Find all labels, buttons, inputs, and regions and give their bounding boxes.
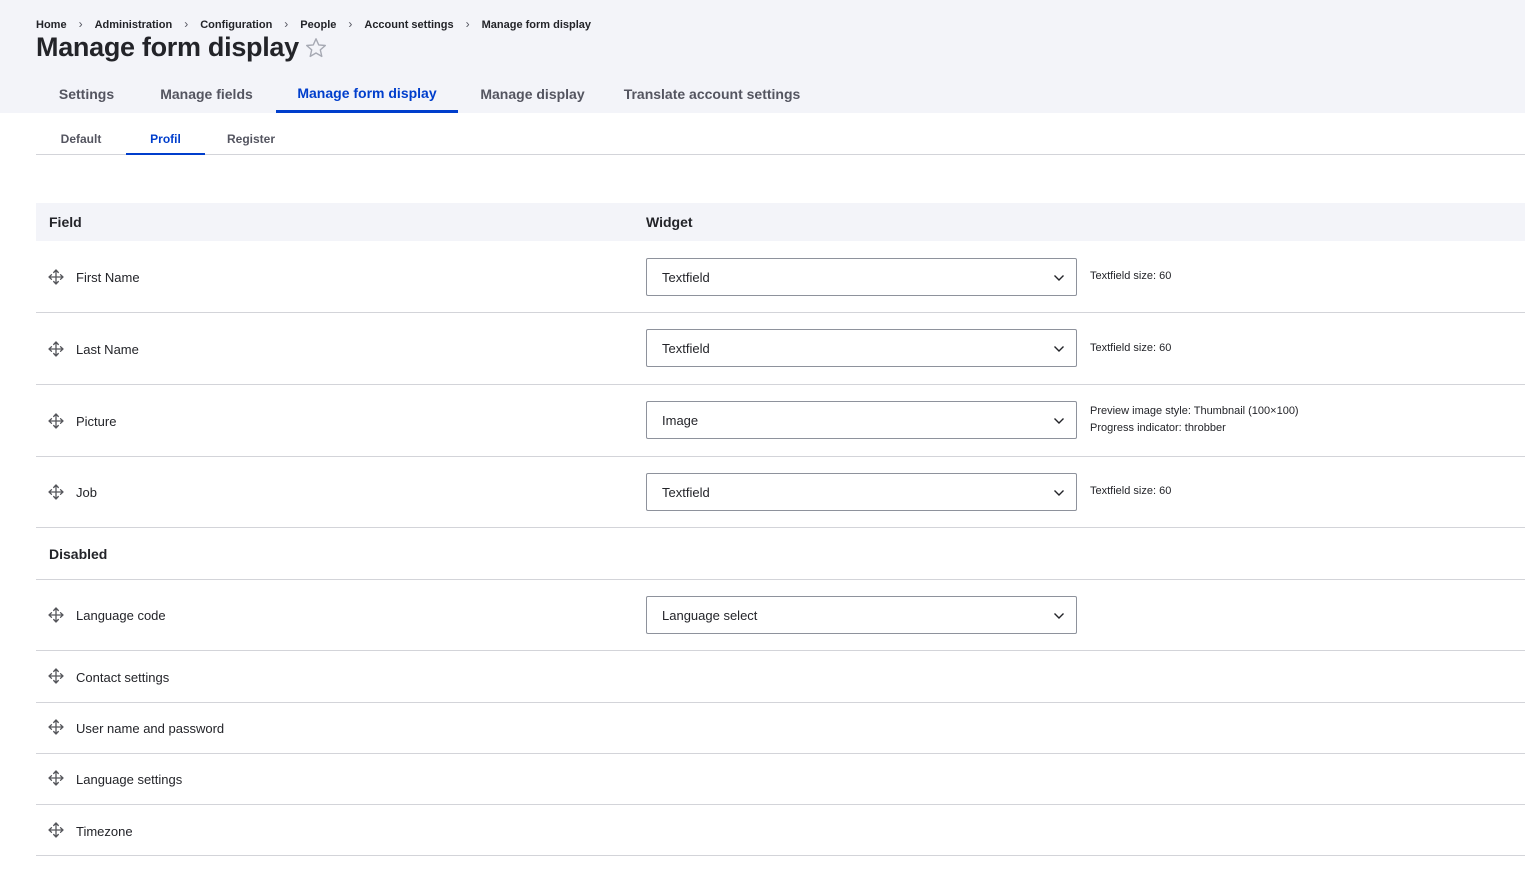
breadcrumb-separator: › xyxy=(284,17,289,31)
drag-handle-icon[interactable] xyxy=(48,719,64,735)
field-label: First Name xyxy=(76,270,140,285)
widget-select[interactable]: Textfield xyxy=(646,473,1077,511)
breadcrumb-people[interactable]: People xyxy=(300,19,336,31)
widget-select[interactable]: Textfield xyxy=(646,258,1077,296)
breadcrumb-home[interactable]: Home xyxy=(36,19,67,31)
drag-handle-icon[interactable] xyxy=(48,607,64,623)
widget-select[interactable]: Textfield xyxy=(646,329,1077,367)
summary-line: Progress indicator: throbber xyxy=(1090,422,1226,434)
table-header: Field Widget xyxy=(36,203,1525,241)
field-label: Job xyxy=(76,485,97,500)
table-row: First Name Textfield Textfield size: 60 xyxy=(36,241,1525,313)
summary-line: Textfield size: 60 xyxy=(1090,485,1172,497)
tab-translate-account-settings[interactable]: Translate account settings xyxy=(607,76,817,113)
summary-line: Textfield size: 60 xyxy=(1090,342,1172,354)
star-outline-icon[interactable] xyxy=(304,36,328,60)
widget-select[interactable]: Image xyxy=(646,401,1077,439)
subtab-register[interactable]: Register xyxy=(205,124,297,155)
table-row: Timezone xyxy=(36,805,1525,856)
breadcrumb-account-settings[interactable]: Account settings xyxy=(364,19,453,31)
table-row: Contact settings xyxy=(36,651,1525,703)
field-label: Timezone xyxy=(76,824,133,839)
summary-line: Preview image style: Thumbnail (100×100) xyxy=(1090,405,1299,417)
widget-select-value: Textfield xyxy=(662,270,710,285)
widget-select-value: Image xyxy=(662,413,699,428)
page-title: Manage form display xyxy=(36,32,299,62)
field-label: Language settings xyxy=(76,772,183,787)
breadcrumb-separator: › xyxy=(184,17,189,31)
table-row: User name and password xyxy=(36,703,1525,754)
tab-manage-fields[interactable]: Manage fields xyxy=(137,76,276,113)
subtab-default[interactable]: Default xyxy=(36,124,126,155)
breadcrumb-separator: › xyxy=(465,17,470,31)
table-row: Language code Language select xyxy=(36,580,1525,651)
breadcrumb: Home › Administration › Configuration › People… xyxy=(36,17,591,31)
drag-handle-icon[interactable] xyxy=(48,413,64,429)
field-label: Last Name xyxy=(76,342,139,357)
table-row: Last Name Textfield Textfield size: 60 xyxy=(36,313,1525,385)
breadcrumb-separator: › xyxy=(78,17,83,31)
breadcrumb-configuration[interactable]: Configuration xyxy=(200,19,272,31)
widget-summary: Textfield size: 60 xyxy=(1090,268,1171,285)
field-label: Contact settings xyxy=(76,670,170,685)
drag-handle-icon[interactable] xyxy=(48,484,64,500)
secondary-tabs: Default Profil Register xyxy=(36,124,1525,155)
column-header-field: Field xyxy=(49,214,82,230)
page-header: Home › Administration › Configuration › People… xyxy=(0,0,1525,113)
tab-manage-form-display[interactable]: Manage form display xyxy=(276,76,458,113)
widget-select[interactable]: Language select xyxy=(646,596,1077,634)
drag-handle-icon[interactable] xyxy=(48,770,64,786)
drag-handle-icon[interactable] xyxy=(48,822,64,838)
field-label: User name and password xyxy=(76,721,225,736)
region-title: Disabled xyxy=(49,546,108,562)
field-label: Picture xyxy=(76,414,117,429)
widget-summary: Preview image style: Thumbnail (100×100)… xyxy=(1090,403,1299,437)
chevron-down-icon xyxy=(1054,346,1064,352)
chevron-down-icon xyxy=(1054,275,1064,281)
breadcrumb-administration[interactable]: Administration xyxy=(95,19,173,31)
widget-summary: Textfield size: 60 xyxy=(1090,483,1171,500)
chevron-down-icon xyxy=(1054,418,1064,424)
breadcrumb-current: Manage form display xyxy=(481,19,592,31)
tab-settings[interactable]: Settings xyxy=(36,76,137,113)
widget-select-value: Textfield xyxy=(662,485,710,500)
table-row: Picture Image Preview image style: Thumb… xyxy=(36,385,1525,457)
widget-select-value: Language select xyxy=(662,608,758,623)
chevron-down-icon xyxy=(1054,613,1064,619)
widget-summary: Textfield size: 60 xyxy=(1090,340,1171,357)
widget-select-value: Textfield xyxy=(662,341,710,356)
table-row: Language settings xyxy=(36,754,1525,805)
tab-manage-display[interactable]: Manage display xyxy=(458,76,607,113)
subtab-profil[interactable]: Profil xyxy=(126,124,205,155)
field-label: Language code xyxy=(76,608,166,623)
summary-line: Textfield size: 60 xyxy=(1090,270,1172,282)
drag-handle-icon[interactable] xyxy=(48,668,64,684)
region-row-disabled: Disabled xyxy=(36,528,1525,580)
chevron-down-icon xyxy=(1054,490,1064,496)
column-header-widget: Widget xyxy=(646,214,693,230)
drag-handle-icon[interactable] xyxy=(48,269,64,285)
table-row: Job Textfield Textfield size: 60 xyxy=(36,457,1525,528)
drag-handle-icon[interactable] xyxy=(48,341,64,357)
breadcrumb-separator: › xyxy=(348,17,353,31)
